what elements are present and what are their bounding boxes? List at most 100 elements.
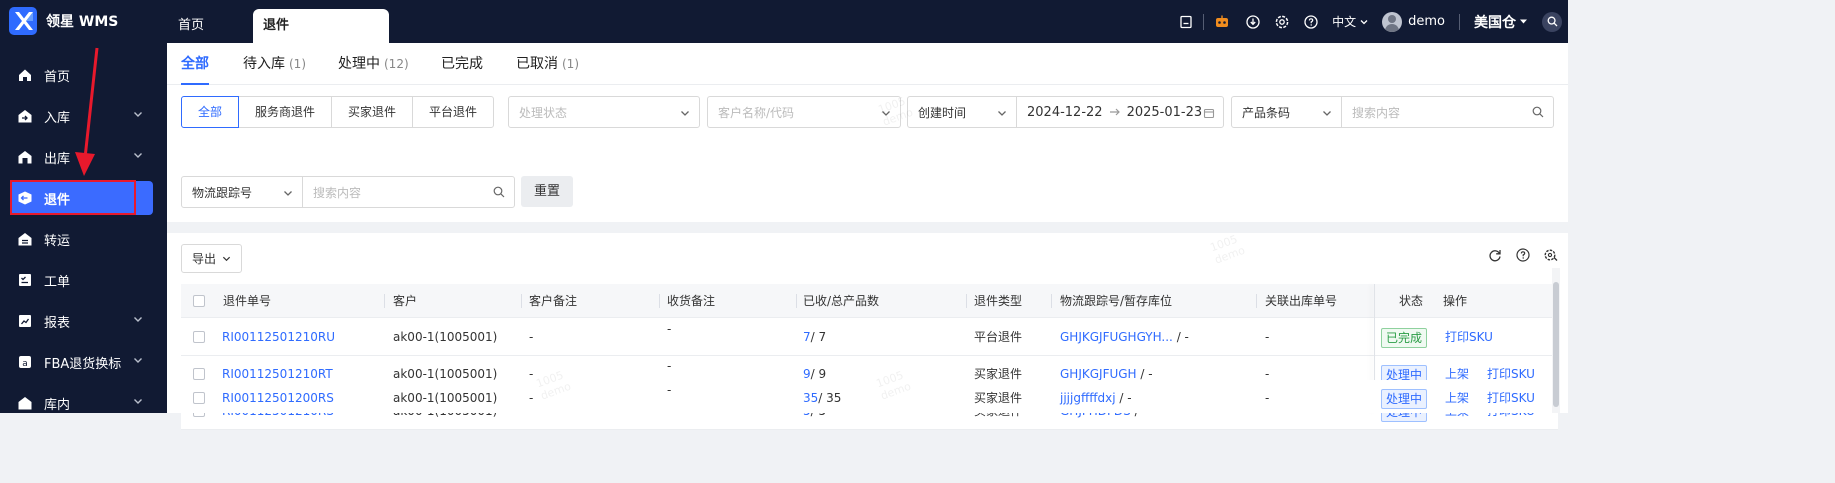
- column-header-customer-note[interactable]: 客户备注: [529, 284, 577, 318]
- column-header-tracking[interactable]: 物流跟踪号/暂存库位: [1060, 284, 1172, 318]
- tab-cancelled[interactable]: 已取消 (1): [516, 43, 579, 85]
- row-checkbox[interactable]: [193, 368, 205, 380]
- return-type-provider[interactable]: 服务商退件: [238, 96, 333, 128]
- sidebar-item-warehouse[interactable]: 库内: [10, 386, 153, 420]
- column-header-receive-note[interactable]: 收货备注: [667, 284, 715, 318]
- chevron-down-icon: [222, 256, 231, 262]
- tab-count: (1): [562, 57, 579, 71]
- sidebar-item-fba[interactable]: a FBA退货换标: [10, 345, 153, 379]
- sidebar-item-label: 库内: [44, 397, 71, 413]
- search-icon[interactable]: [493, 186, 505, 198]
- table-scrollbar-thumb[interactable]: [1553, 282, 1559, 407]
- language-selector[interactable]: 中文: [1332, 0, 1368, 43]
- tracking-search-input[interactable]: 搜索内容: [302, 176, 515, 208]
- sidebar-item-work-order[interactable]: 工单: [10, 263, 153, 297]
- received-count-link[interactable]: 7: [803, 330, 811, 344]
- work-order-icon: [16, 271, 34, 289]
- customer-note-cell: -: [529, 391, 534, 405]
- return-type-segment: 全部 服务商退件 买家退件 平台退件: [181, 96, 495, 128]
- sidebar-item-home[interactable]: 首页: [10, 58, 153, 92]
- table-row[interactable]: RI00112501210RU ak00-1(1005001) - - 7/ 7…: [181, 319, 1558, 356]
- return-type-all[interactable]: 全部: [181, 96, 240, 128]
- sidebar-item-label: 退件: [44, 192, 71, 208]
- tab-count: (12): [384, 57, 409, 71]
- customer-select[interactable]: 客户名称/代码: [707, 96, 901, 128]
- refresh-icon[interactable]: [1488, 248, 1502, 262]
- settings-icon[interactable]: [1275, 0, 1289, 43]
- chevron-down-icon: [134, 112, 142, 117]
- top-tab-returns[interactable]: 退件: [253, 9, 389, 43]
- sidebar-item-returns[interactable]: 退件: [10, 181, 153, 215]
- sidebar-item-transfer[interactable]: 转运: [10, 222, 153, 256]
- received-count-link[interactable]: 35: [803, 391, 818, 405]
- sidebar-item-label: 出库: [44, 151, 71, 167]
- column-divider: [966, 294, 967, 308]
- return-type-cell: 买家退件: [974, 391, 1023, 405]
- date-range-picker[interactable]: 2024-12-22 2025-01-23: [1016, 96, 1224, 128]
- help-icon[interactable]: [1304, 0, 1318, 43]
- column-header-return-type[interactable]: 退件类型: [974, 284, 1022, 318]
- product-field-select[interactable]: 产品条码: [1231, 96, 1342, 128]
- print-sku-link[interactable]: 打印SKU: [1445, 319, 1493, 356]
- tab-processing[interactable]: 处理中 (12): [338, 43, 409, 85]
- robot-icon[interactable]: [1214, 0, 1230, 43]
- tab-completed[interactable]: 已完成: [441, 43, 483, 85]
- help-icon[interactable]: [1516, 248, 1530, 262]
- tracking-link[interactable]: GHJKGJFUGHGYH...: [1060, 330, 1173, 344]
- print-sku-link[interactable]: 打印SKU: [1487, 380, 1535, 413]
- top-tab-home[interactable]: 首页: [178, 9, 204, 43]
- product-search-input[interactable]: 搜索内容: [1341, 96, 1554, 128]
- column-header-status[interactable]: 状态: [1399, 284, 1423, 318]
- received-count-link[interactable]: 9: [803, 367, 811, 381]
- download-icon[interactable]: [1246, 0, 1260, 43]
- export-button[interactable]: 导出: [181, 244, 243, 273]
- tracking-link[interactable]: GHJKGJFUGH: [1060, 367, 1137, 381]
- tab-all[interactable]: 全部: [181, 43, 209, 85]
- column-header-return-no[interactable]: 退件单号: [223, 284, 271, 318]
- warehouse-selector[interactable]: 美国仓: [1470, 0, 1528, 43]
- sidebar-item-outbound[interactable]: 出库: [10, 140, 153, 174]
- column-divider: [1256, 294, 1257, 308]
- warehouse-label: 美国仓: [1474, 14, 1516, 31]
- select-all-checkbox[interactable]: [193, 295, 205, 307]
- return-no-link[interactable]: RI00112501200RS: [222, 380, 334, 413]
- return-type-buyer[interactable]: 买家退件: [331, 96, 414, 128]
- status-badge: 已完成: [1381, 328, 1428, 348]
- return-type-platform[interactable]: 平台退件: [412, 96, 495, 128]
- caret-down-icon: [1520, 19, 1527, 24]
- return-icon: [16, 189, 34, 207]
- tab-pending-inbound[interactable]: 待入库 (1): [243, 43, 306, 85]
- clipboard-icon[interactable]: [1179, 0, 1193, 43]
- search-icon[interactable]: [1532, 106, 1544, 118]
- chevron-down-icon: [134, 399, 142, 404]
- home-icon: [16, 66, 34, 84]
- row-checkbox[interactable]: [193, 331, 205, 343]
- status-select[interactable]: 处理状态: [508, 96, 700, 128]
- column-header-received-total[interactable]: 已收/总产品数: [803, 284, 879, 318]
- user-menu[interactable]: demo: [1382, 0, 1445, 43]
- tracking-link[interactable]: jjjjgffffdxj: [1060, 391, 1116, 405]
- storage-location: / -: [1176, 330, 1189, 344]
- product-search-placeholder: 搜索内容: [1352, 105, 1401, 120]
- sidebar-item-inbound[interactable]: 入库: [10, 99, 153, 133]
- app-logo[interactable]: 领星 WMS: [9, 7, 118, 35]
- filter-panel: 全部 服务商退件 买家退件 平台退件 处理状态 客户名称/代码 创建时间 202…: [167, 85, 1568, 222]
- column-header-outbound[interactable]: 关联出库单号: [1265, 284, 1337, 318]
- table-row[interactable]: RI00112501200RS ak00-1(1005001) - - 35/ …: [181, 380, 1558, 413]
- return-no-link[interactable]: RI00112501210RU: [222, 319, 335, 356]
- global-search-icon[interactable]: [1542, 11, 1562, 32]
- app-name: 领星 WMS: [46, 14, 119, 30]
- column-header-customer[interactable]: 客户: [393, 284, 417, 318]
- sidebar-item-report[interactable]: 报表: [10, 304, 153, 338]
- column-divider: [521, 294, 522, 308]
- row-checkbox[interactable]: [193, 392, 205, 404]
- chevron-down-icon: [998, 111, 1006, 116]
- date-end: 2025-01-23: [1126, 104, 1203, 120]
- date-type-select[interactable]: 创建时间: [907, 96, 1017, 128]
- tab-label: 处理中: [338, 56, 380, 72]
- reset-button[interactable]: 重置: [521, 176, 573, 207]
- tracking-field-select[interactable]: 物流跟踪号: [181, 176, 303, 208]
- chevron-down-icon: [681, 111, 689, 116]
- column-settings-icon[interactable]: [1544, 248, 1558, 262]
- shelve-link[interactable]: 上架: [1445, 380, 1469, 413]
